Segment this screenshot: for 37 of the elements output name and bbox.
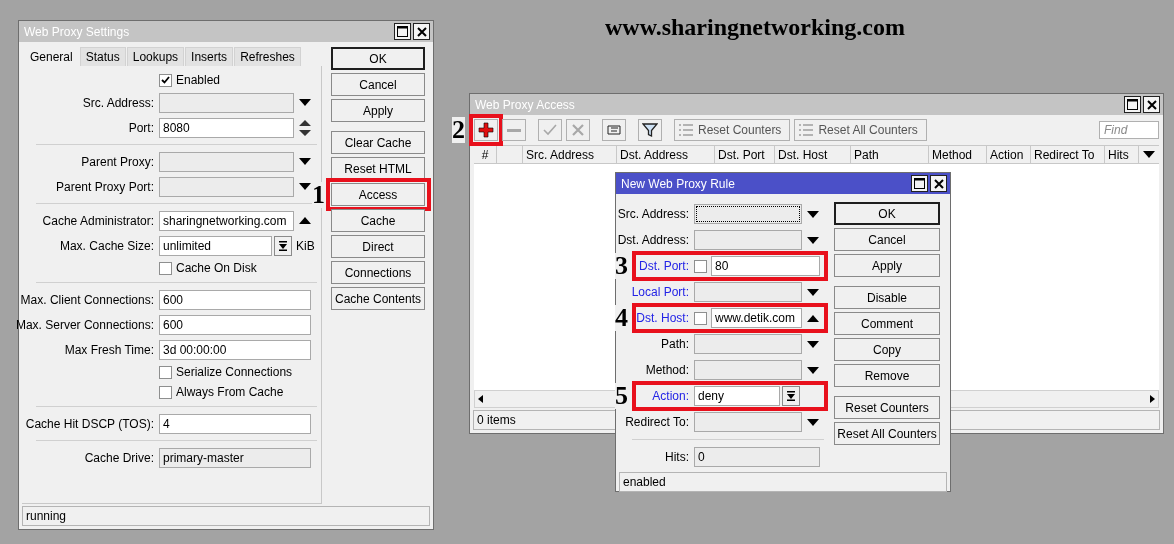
site-title: www.sharingnetworking.com bbox=[604, 14, 906, 41]
field-label: Max. Server Connections: bbox=[15, 317, 154, 332]
field-label: Parent Proxy: bbox=[81, 154, 154, 169]
field-label: Method: bbox=[645, 363, 689, 377]
checkbox-label: Serialize Connections bbox=[176, 365, 293, 379]
field-label: Action: bbox=[652, 389, 689, 403]
status-bar: enabled bbox=[619, 472, 947, 492]
field-label: Port: bbox=[128, 120, 154, 135]
unit-label: KiB bbox=[296, 238, 315, 253]
field-label: Local Port: bbox=[631, 285, 689, 299]
field-label: Max Fresh Time: bbox=[64, 342, 154, 357]
field-label: Max. Cache Size: bbox=[59, 238, 154, 253]
field-label: Cache Administrator: bbox=[42, 213, 154, 228]
step-number: 2 bbox=[452, 117, 465, 143]
field-label: Hits: bbox=[665, 450, 689, 464]
window-title: Web Proxy Access bbox=[475, 97, 576, 112]
step-number: 5 bbox=[615, 383, 628, 409]
field-label: Src. Address: bbox=[82, 95, 154, 110]
checkbox-label: Enabled bbox=[176, 73, 221, 87]
field-label: Dst. Address: bbox=[617, 233, 689, 247]
field-label: Max. Client Connections: bbox=[20, 292, 154, 307]
checkbox-label: Always From Cache bbox=[176, 385, 284, 399]
field-label: Dst. Port: bbox=[639, 259, 689, 273]
field-label: Cache Hit DSCP (TOS): bbox=[25, 416, 154, 431]
field-label: Src. Address: bbox=[617, 207, 689, 221]
field-label: Parent Proxy Port: bbox=[55, 179, 154, 194]
field-label: Dst. Host: bbox=[636, 311, 689, 325]
window-title: Web Proxy Settings bbox=[24, 24, 131, 39]
field-label: Redirect To: bbox=[625, 415, 689, 429]
checkbox-label: Cache On Disk bbox=[176, 261, 257, 275]
field-label: Path: bbox=[660, 337, 689, 351]
step-number: 1 bbox=[312, 181, 325, 208]
field-label: Cache Drive: bbox=[84, 450, 154, 465]
status-bar: running bbox=[22, 506, 430, 526]
step-number: 3 bbox=[615, 253, 628, 279]
step-number: 4 bbox=[615, 305, 628, 331]
window-title: New Web Proxy Rule bbox=[621, 176, 736, 191]
